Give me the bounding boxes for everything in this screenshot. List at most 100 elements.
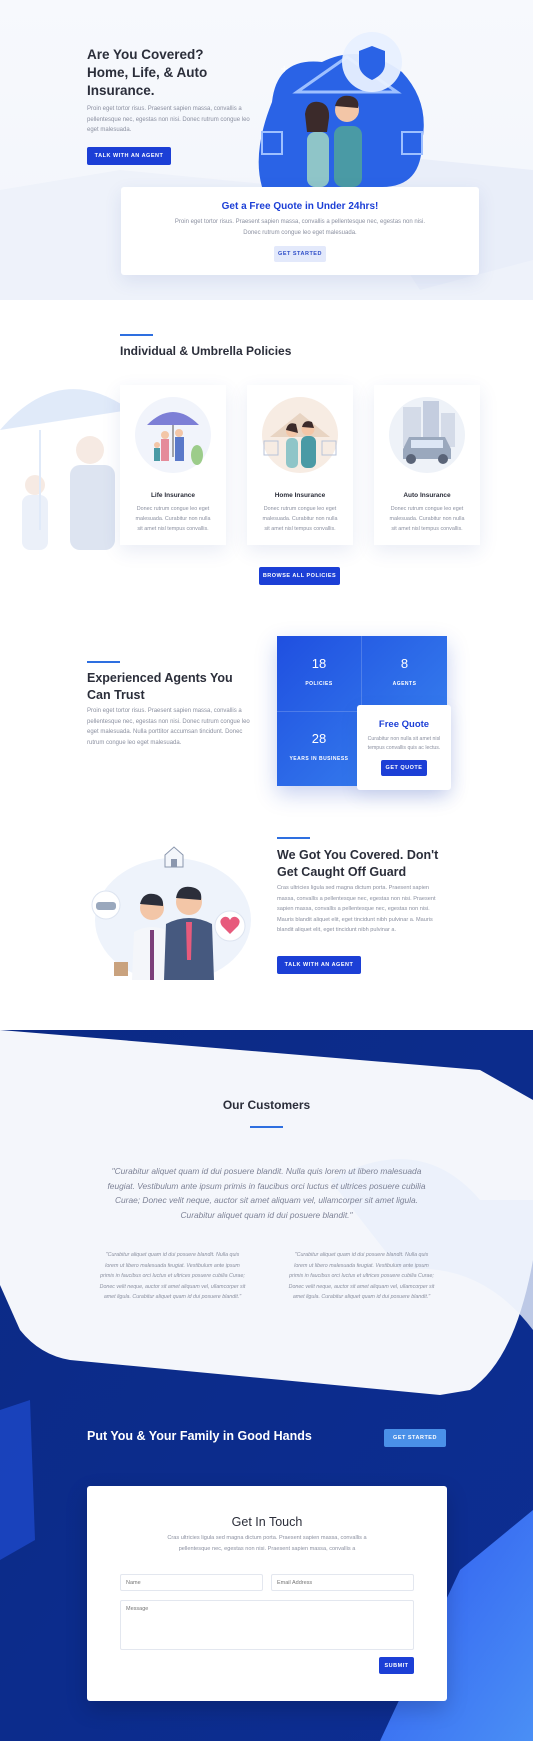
stat-years: 28 Years in Business bbox=[277, 731, 361, 762]
policy-card-text-line: malesuada. Curabitur non nulla bbox=[262, 516, 338, 522]
policy-card-text-line: malesuada. Curabitur non nulla bbox=[389, 516, 465, 522]
hero-title-line: Are You Covered? bbox=[87, 47, 204, 62]
covered-text-line: sapien massa, convallis a pellentesque n… bbox=[277, 906, 430, 912]
policy-card-text-line: malesuada. Curabitur non nulla bbox=[135, 516, 211, 522]
policy-card-title: Auto Insurance bbox=[403, 492, 451, 499]
customers-accent-line bbox=[250, 1126, 283, 1128]
browse-policies-button[interactable]: Browse All Policies bbox=[259, 567, 340, 585]
covered-text: Cras ultricies ligula sed magna dictum p… bbox=[277, 883, 447, 936]
hero-text: Proin eget tortor risus. Praesent sapien… bbox=[87, 104, 257, 136]
free-quote-card: Free Quote Curabitur non nulla sit amet … bbox=[357, 705, 451, 790]
hero-title: Are You Covered? Home, Life, & Auto Insu… bbox=[87, 46, 207, 100]
policy-card-text-line: Donec rutrum congue leo eget bbox=[390, 506, 464, 512]
agents-title-line: Experienced Agents You bbox=[87, 671, 233, 685]
policy-card-auto[interactable]: Auto Insurance Donec rutrum congue leo e… bbox=[374, 385, 480, 545]
policy-card-life[interactable]: Life Insurance Donec rutrum congue leo e… bbox=[120, 385, 226, 545]
policies-accent-line bbox=[120, 334, 153, 336]
policies-title: Individual & Umbrella Policies bbox=[120, 344, 292, 358]
testimonial-line: "Curabitur aliquet quam id dui posuere b… bbox=[105, 1252, 240, 1258]
testimonial-right: "Curabitur aliquet quam id dui posuere b… bbox=[274, 1250, 449, 1303]
covered-text-line: massa, convallis a pellentesque nec, ege… bbox=[277, 895, 436, 902]
policy-card-text-line: Donec rutrum congue leo eget bbox=[263, 506, 337, 512]
testimonial-line: lorem ut libero malesuada feugiat. Vesti… bbox=[294, 1262, 429, 1269]
hero-title-line: Home, Life, & Auto bbox=[87, 65, 208, 80]
testimonial-line: primis in faucibus orci luctus et ultric… bbox=[100, 1273, 245, 1279]
get-quote-button[interactable]: Get Quote bbox=[381, 760, 427, 776]
policy-card-text: Donec rutrum congue leo eget malesuada. … bbox=[130, 504, 216, 534]
quote-banner-text-line: Proin eget tortor risus. Praesent sapien… bbox=[174, 219, 426, 225]
life-insurance-illustration bbox=[135, 397, 211, 473]
testimonial-line: amet ligula. Curabitur aliquet quam id d… bbox=[103, 1294, 242, 1300]
free-quote-banner: Get a Free Quote in Under 24hrs! Proin e… bbox=[121, 187, 479, 275]
name-field[interactable] bbox=[120, 1574, 263, 1591]
customers-title: Our Customers bbox=[222, 1098, 311, 1112]
testimonial-line: primis in faucibus orci luctus et ultric… bbox=[289, 1273, 434, 1279]
policy-card-title: Life Insurance bbox=[150, 492, 196, 499]
agents-text-line: eget malesuada. Nulla porttitor accumsan… bbox=[87, 729, 243, 735]
covered-text-line: Cras ultricies ligula sed magna dictum p… bbox=[277, 885, 430, 891]
main-testimonial-line: Curae; Donec velit neque, auctor sit ame… bbox=[114, 1195, 419, 1205]
stat-value: 28 bbox=[311, 731, 327, 746]
agents-text-line: Proin eget tortor risus. Praesent sapien… bbox=[87, 708, 242, 714]
policy-card-home[interactable]: Home Insurance Donec rutrum congue leo e… bbox=[247, 385, 353, 545]
testimonial-line: amet ligula. Curabitur aliquet quam id d… bbox=[292, 1294, 431, 1300]
hero-title-line: Insurance. bbox=[87, 83, 155, 98]
home-insurance-illustration bbox=[262, 397, 338, 473]
contact-title: Get In Touch bbox=[231, 1515, 303, 1529]
free-quote-text-line: Curabitur non nulla sit amet nisl bbox=[367, 736, 441, 742]
svg-text:+: + bbox=[280, 64, 288, 75]
stat-policies: 18 Policies bbox=[277, 656, 361, 687]
contact-card: Get In Touch Cras ultricies ligula sed m… bbox=[87, 1486, 447, 1701]
quote-banner-text-line: Donec rutrum congue leo eget malesuada. bbox=[243, 229, 357, 236]
contact-text-line: Cras ultricies ligula sed magna dictum p… bbox=[167, 1535, 367, 1541]
main-testimonial-line: feugiat. Vestibulum ante ipsum primis in… bbox=[107, 1180, 426, 1191]
stat-agents: 8 Agents bbox=[362, 656, 447, 687]
covered-talk-agent-button[interactable]: Talk With An Agent bbox=[277, 956, 361, 974]
agents-title-line: Can Trust bbox=[87, 688, 145, 702]
covered-title-line: Get Caught Off Guard bbox=[277, 865, 407, 879]
free-quote-text-line: tempus convallis quis ac lectus. bbox=[367, 745, 441, 751]
family-house-illustration: + bbox=[258, 32, 424, 187]
testimonial-line: Donec velit neque, auctor sit amet aliqu… bbox=[288, 1283, 435, 1290]
covered-title: We Got You Covered. Don't Get Caught Off… bbox=[277, 847, 438, 881]
quote-banner-text: Proin eget tortor risus. Praesent sapien… bbox=[121, 217, 479, 238]
policy-card-text-line: sit amet nisl tempus convallis. bbox=[391, 526, 463, 532]
testimonial-left: "Curabitur aliquet quam id dui posuere b… bbox=[85, 1250, 260, 1303]
stat-label: Policies bbox=[305, 681, 333, 687]
main-testimonial-line: "Curabitur aliquet quam id dui posuere b… bbox=[111, 1166, 422, 1176]
page: Are You Covered? Home, Life, & Auto Insu… bbox=[0, 0, 533, 1741]
umbrella-family-background-illustration bbox=[0, 389, 130, 550]
covered-accent-line bbox=[277, 837, 310, 839]
auto-insurance-illustration bbox=[389, 397, 465, 473]
hero-text-line: pellentesque nec, egestas non nisi. Done… bbox=[87, 116, 250, 123]
contact-text: Cras ultricies ligula sed magna dictum p… bbox=[87, 1533, 447, 1554]
stat-label: Years in Business bbox=[289, 756, 349, 762]
agents-text-line: pellentesque nec, egestas non nisi. Done… bbox=[87, 718, 250, 725]
policy-card-text-line: sit amet nisl tempus convallis. bbox=[137, 526, 209, 532]
free-quote-title: Free Quote bbox=[378, 719, 430, 730]
policy-card-text: Donec rutrum congue leo eget malesuada. … bbox=[257, 504, 343, 534]
covered-text-line: Mauris blandit aliquet elit, eget tincid… bbox=[277, 916, 433, 923]
stat-value: 8 bbox=[400, 656, 409, 671]
quote-banner-title: Get a Free Quote in Under 24hrs! bbox=[221, 201, 379, 212]
cta-get-started-button[interactable]: Get Started bbox=[384, 1429, 446, 1447]
email-field[interactable] bbox=[271, 1574, 414, 1591]
main-testimonial-line: Curabitur aliquet quam id dui posuere bl… bbox=[180, 1209, 353, 1220]
testimonial-line: Donec velit neque, auctor sit amet aliqu… bbox=[99, 1283, 246, 1290]
agents-illustration bbox=[91, 846, 251, 980]
main-testimonial: "Curabitur aliquet quam id dui posuere b… bbox=[60, 1164, 473, 1222]
submit-button[interactable]: Submit bbox=[379, 1657, 414, 1674]
message-field[interactable] bbox=[120, 1600, 414, 1650]
covered-title-line: We Got You Covered. Don't bbox=[277, 848, 439, 862]
policy-card-text-line: Donec rutrum congue leo eget bbox=[136, 506, 210, 512]
free-quote-text: Curabitur non nulla sit amet nisl tempus… bbox=[357, 735, 451, 753]
stat-value: 18 bbox=[311, 656, 327, 671]
covered-text-line: blandit aliquet elit, eget tincidunt nib… bbox=[277, 927, 397, 933]
policy-card-title: Home Insurance bbox=[274, 492, 326, 499]
agents-title: Experienced Agents You Can Trust bbox=[87, 670, 233, 704]
agents-text-line: rutrum congue leo eget malesuada. bbox=[87, 739, 182, 746]
testimonial-line: lorem ut libero malesuada feugiat. Vesti… bbox=[105, 1262, 240, 1269]
hero-talk-agent-button[interactable]: Talk With An Agent bbox=[87, 147, 171, 165]
stat-label: Agents bbox=[392, 681, 417, 687]
get-started-button[interactable]: Get Started bbox=[274, 246, 326, 262]
